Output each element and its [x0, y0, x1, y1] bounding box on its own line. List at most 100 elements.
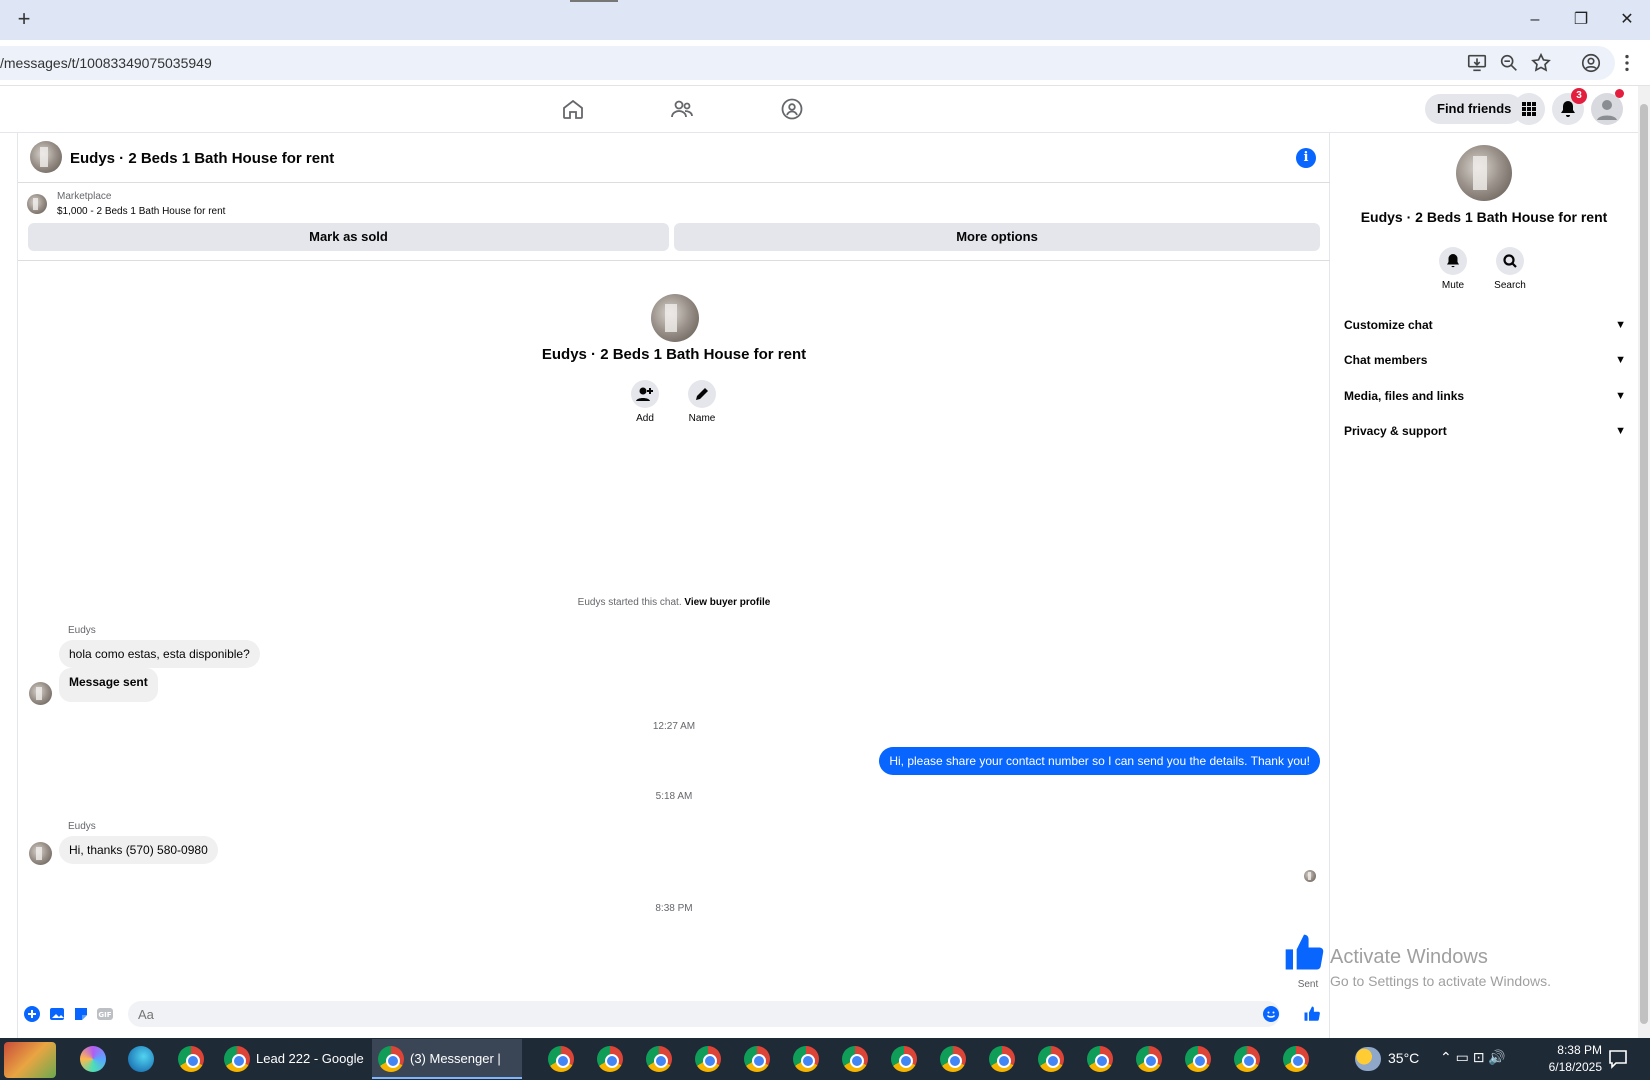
- sender-name: Eudys: [68, 625, 96, 636]
- chat-header: Eudys · 2 Beds 1 Bath House for rent i: [18, 133, 1330, 183]
- thumbs-up-sent-icon[interactable]: [1282, 931, 1326, 975]
- profile-icon[interactable]: [1580, 52, 1602, 74]
- chrome-icon[interactable]: [1087, 1046, 1113, 1072]
- chrome-icon[interactable]: [646, 1046, 672, 1072]
- menu-button[interactable]: [1513, 93, 1545, 125]
- center-profile-avatar[interactable]: [651, 294, 699, 342]
- more-options-button[interactable]: More options: [674, 223, 1320, 251]
- bell-icon: [1447, 254, 1459, 268]
- chrome-icon[interactable]: [842, 1046, 868, 1072]
- zoom-icon[interactable]: [1498, 52, 1520, 74]
- details-avatar[interactable]: [1456, 145, 1512, 201]
- chrome-icon[interactable]: [940, 1046, 966, 1072]
- sticker-icon[interactable]: [72, 1005, 90, 1023]
- groups-icon[interactable]: [780, 97, 804, 121]
- chevron-down-icon: ▼: [1615, 354, 1626, 366]
- customize-chat-section[interactable]: Customize chat ▼: [1344, 311, 1626, 339]
- like-button-icon[interactable]: [1303, 1005, 1321, 1023]
- taskbar-task-lead[interactable]: Lead 222 - Google ...: [218, 1039, 368, 1079]
- copilot-icon[interactable]: [80, 1046, 106, 1072]
- friends-icon[interactable]: [670, 97, 694, 121]
- notification-center-icon[interactable]: [1607, 1048, 1629, 1070]
- chat-avatar[interactable]: [30, 141, 62, 173]
- find-friends-button[interactable]: Find friends: [1425, 94, 1524, 124]
- restore-button[interactable]: ❐: [1566, 8, 1596, 32]
- task-label: (3) Messenger | Fac...: [410, 1051, 501, 1066]
- mark-as-sold-button[interactable]: Mark as sold: [28, 223, 669, 251]
- chrome-icon[interactable]: [744, 1046, 770, 1072]
- taskbar-task-messenger[interactable]: (3) Messenger | Fac...: [372, 1039, 522, 1079]
- address-bar-row: /messages/t/10083349075035949: [0, 40, 1650, 86]
- start-widget-icon[interactable]: [4, 1042, 56, 1078]
- sender-avatar[interactable]: [29, 682, 52, 705]
- add-label: Add: [636, 413, 654, 424]
- chrome-icon[interactable]: [1185, 1046, 1211, 1072]
- weather-temperature[interactable]: 35°C: [1388, 1050, 1419, 1066]
- chrome-icon[interactable]: [1283, 1046, 1309, 1072]
- incoming-message[interactable]: hola como estas, esta disponible?: [59, 640, 260, 668]
- url-text[interactable]: /messages/t/10083349075035949: [0, 55, 212, 71]
- chat-members-section[interactable]: Chat members ▼: [1344, 346, 1626, 374]
- edit-name-button[interactable]: [688, 380, 716, 408]
- gif-icon[interactable]: GIF: [96, 1005, 114, 1023]
- pencil-icon: [696, 388, 708, 400]
- browser-tab-strip: + – ❐ ✕: [0, 0, 1650, 40]
- scrollbar-thumb[interactable]: [1640, 104, 1648, 1024]
- chrome-icon[interactable]: [548, 1046, 574, 1072]
- emoji-icon[interactable]: [1262, 1005, 1280, 1023]
- section-label: Privacy & support: [1344, 424, 1447, 438]
- listing-thumbnail[interactable]: [27, 194, 47, 214]
- plus-circle-icon[interactable]: [23, 1005, 41, 1023]
- browser-menu-icon[interactable]: [1616, 52, 1638, 74]
- notification-badge: 3: [1571, 88, 1587, 104]
- name-label: Name: [688, 413, 716, 424]
- photo-icon[interactable]: [48, 1005, 66, 1023]
- activate-windows-watermark: Activate Windows: [1330, 946, 1488, 968]
- new-tab-button[interactable]: +: [12, 8, 36, 32]
- mute-button[interactable]: [1439, 247, 1467, 275]
- chrome-icon[interactable]: [178, 1046, 204, 1072]
- chat-started-notice: Eudys started this chat. View buyer prof…: [18, 597, 1330, 608]
- minimize-button[interactable]: –: [1520, 8, 1550, 32]
- chrome-icon[interactable]: [1234, 1046, 1260, 1072]
- weather-icon[interactable]: [1355, 1047, 1381, 1071]
- privacy-support-section[interactable]: Privacy & support ▼: [1344, 417, 1626, 445]
- chrome-icon[interactable]: [597, 1046, 623, 1072]
- search-icon: [1503, 254, 1517, 268]
- system-tray-icons[interactable]: ⌃ ▭ ⊡ 🔊: [1440, 1049, 1506, 1066]
- mute-label: Mute: [1441, 280, 1465, 291]
- bookmark-star-icon[interactable]: [1530, 52, 1552, 74]
- media-files-links-section[interactable]: Media, files and links ▼: [1344, 382, 1626, 410]
- chrome-icon[interactable]: [989, 1046, 1015, 1072]
- app-grid-icon: [1522, 102, 1536, 116]
- incoming-message[interactable]: Message sent: [59, 668, 158, 702]
- close-window-button[interactable]: ✕: [1612, 8, 1642, 32]
- edge-icon[interactable]: [128, 1046, 154, 1072]
- marketplace-label: Marketplace: [57, 191, 112, 202]
- info-icon[interactable]: i: [1296, 148, 1316, 168]
- install-app-icon[interactable]: [1466, 52, 1488, 74]
- timestamp: 12:27 AM: [652, 721, 696, 732]
- chrome-icon[interactable]: [1136, 1046, 1162, 1072]
- taskbar-clock[interactable]: 8:38 PM 6/18/2025: [1532, 1042, 1602, 1076]
- view-buyer-profile-link[interactable]: View buyer profile: [684, 597, 770, 608]
- chrome-icon[interactable]: [695, 1046, 721, 1072]
- sender-avatar[interactable]: [29, 842, 52, 865]
- search-button[interactable]: [1496, 247, 1524, 275]
- chat-title[interactable]: Eudys · 2 Beds 1 Bath House for rent: [70, 150, 334, 167]
- chrome-icon[interactable]: [793, 1046, 819, 1072]
- home-icon[interactable]: [561, 97, 585, 121]
- chevron-down-icon: ▼: [1615, 390, 1626, 402]
- listing-price-title[interactable]: $1,000 - 2 Beds 1 Bath House for rent: [57, 206, 225, 217]
- page-scrollbar[interactable]: [1638, 86, 1650, 1038]
- chrome-icon[interactable]: [891, 1046, 917, 1072]
- section-label: Media, files and links: [1344, 389, 1465, 403]
- chrome-icon[interactable]: [1038, 1046, 1064, 1072]
- add-member-button[interactable]: [631, 380, 659, 408]
- message-input[interactable]: [128, 1001, 1280, 1027]
- outgoing-message[interactable]: Hi, please share your contact number so …: [879, 747, 1320, 775]
- sender-name: Eudys: [68, 821, 96, 832]
- task-label: Lead 222 - Google ...: [256, 1051, 364, 1066]
- omnibox[interactable]: /messages/t/10083349075035949: [0, 46, 1615, 80]
- incoming-message[interactable]: Hi, thanks (570) 580-0980: [59, 836, 218, 864]
